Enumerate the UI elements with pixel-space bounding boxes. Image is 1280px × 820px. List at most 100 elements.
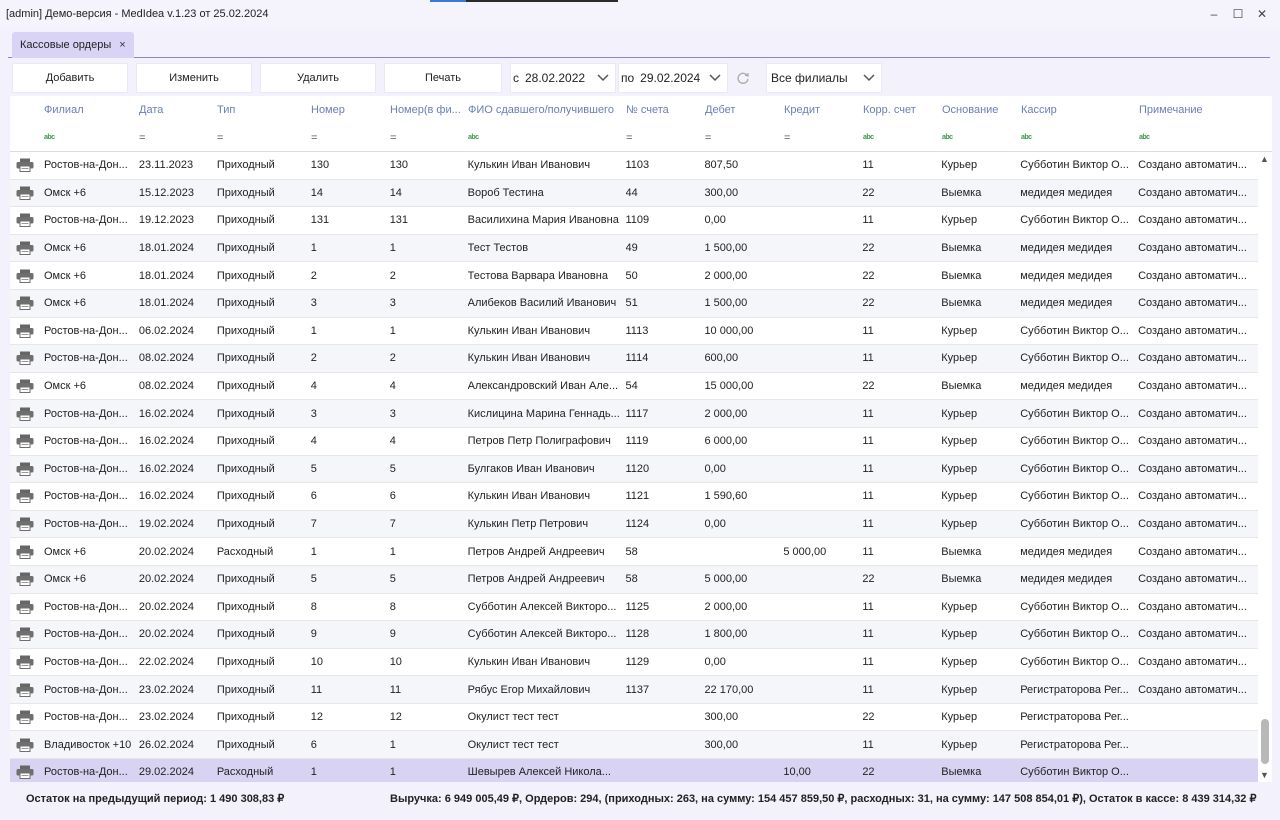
column-header-note[interactable]: Примечание (1139, 96, 1259, 124)
table-row[interactable]: Ростов-на-Дон... 20.02.2024 Приходный 8 8 Суб… (10, 593, 1258, 622)
filter-credit[interactable]: = (784, 124, 863, 151)
printer-icon[interactable] (10, 296, 44, 311)
printer-icon[interactable] (10, 600, 44, 614)
tab-close-icon[interactable]: × (119, 39, 125, 51)
table-row[interactable]: Омск +6 20.02.2024 Расходный 1 1 Петров Андре… (10, 538, 1258, 566)
table-row[interactable]: Ростов-на-Дон... 22.02.2024 Приходный 10 10 К… (10, 648, 1258, 677)
printer-icon[interactable] (10, 158, 44, 173)
minimize-button[interactable]: – (1204, 5, 1224, 23)
filter-basis[interactable]: abc (942, 124, 1021, 151)
table-row[interactable]: Омск +6 15.12.2023 Приходный 14 14 Вороб Тест… (10, 179, 1258, 208)
printer-icon[interactable] (10, 710, 44, 725)
printer-icon[interactable] (10, 351, 44, 366)
column-header-account[interactable]: № счета (626, 96, 705, 124)
table-row[interactable]: Ростов-на-Дон... 23.11.2023 Приходный 130 13… (10, 152, 1258, 180)
filter-branch-number[interactable]: = (390, 124, 468, 151)
scroll-up-icon[interactable]: ▲ (1260, 154, 1269, 164)
printer-icon[interactable] (10, 269, 44, 283)
table-row[interactable]: Омск +6 08.02.2024 Приходный 4 4 Александровс… (10, 372, 1258, 401)
table-row[interactable]: Ростов-на-Дон... 16.02.2024 Приходный 3 3 Кис… (10, 400, 1258, 428)
filter-note[interactable]: abc (1139, 124, 1259, 151)
table-row[interactable]: Ростов-на-Дон... 06.02.2024 Приходный 1 1 Кул… (10, 317, 1258, 346)
printer-icon[interactable] (10, 627, 44, 642)
printer-icon[interactable] (10, 434, 44, 449)
column-header-credit[interactable]: Кредит (784, 96, 863, 124)
printer-icon[interactable] (10, 738, 44, 752)
date-to-field[interactable]: по 29.02.2024 (618, 63, 728, 93)
refresh-icon[interactable] (734, 69, 752, 87)
printer-icon[interactable] (10, 186, 44, 200)
vertical-scrollbar[interactable]: ▲ ▼ (1258, 152, 1272, 782)
column-header-person[interactable]: ФИО сдавшего/получившего (468, 96, 626, 124)
maximize-button[interactable]: ☐ (1228, 5, 1248, 23)
column-header-basis[interactable]: Основание (942, 96, 1021, 124)
column-header-branch[interactable]: Филиал (44, 96, 139, 124)
filter-debit[interactable]: = (705, 124, 784, 151)
printer-icon[interactable] (10, 213, 44, 228)
chevron-down-icon[interactable] (707, 70, 723, 86)
filter-date[interactable]: = (139, 124, 217, 151)
printer-icon[interactable] (10, 489, 44, 504)
filter-person[interactable]: abc (468, 124, 626, 151)
table-row[interactable]: Ростов-на-Дон... 16.02.2024 Приходный 5 5 Бул… (10, 455, 1258, 484)
printer-icon[interactable] (10, 324, 44, 338)
table-row[interactable]: Омск +6 18.01.2024 Приходный 3 3 Алибеков Вас… (10, 289, 1258, 318)
column-header-cashier[interactable]: Кассир (1021, 96, 1139, 124)
printer-icon[interactable] (10, 517, 44, 532)
table-row[interactable]: Владивосток +10 26.02.2024 Приходный 6 1 Окул… (10, 731, 1258, 760)
table-row[interactable]: Ростов-на-Дон... 23.02.2024 Приходный 11 11 Р… (10, 676, 1258, 704)
printer-icon[interactable] (10, 545, 44, 559)
table-row[interactable]: Ростов-на-Дон... 29.02.2024 Расходный 1 1 Шев… (10, 759, 1258, 782)
column-header-debit[interactable]: Дебет (705, 96, 784, 124)
column-header-number[interactable]: Номер (311, 96, 390, 124)
filter-branch[interactable]: abc (44, 124, 139, 151)
table-row[interactable]: Ростов-на-Дон... 16.02.2024 Приходный 4 4 Пет… (10, 427, 1258, 456)
printer-icon[interactable] (10, 572, 44, 587)
printer-icon[interactable] (10, 655, 44, 669)
cell-date: 20.02.2024 (138, 573, 194, 586)
table-row[interactable]: Ростов-на-Дон... 08.02.2024 Приходный 2 2 Кул… (10, 345, 1258, 373)
scroll-thumb[interactable] (1261, 719, 1269, 764)
delete-button[interactable]: Удалить (260, 63, 376, 93)
table-row[interactable]: Омск +6 18.01.2024 Приходный 1 1 Тест Тестов 4… (10, 234, 1258, 263)
filter-corr-account[interactable]: abc (863, 124, 942, 151)
table-row[interactable]: Ростов-на-Дон... 23.02.2024 Приходный 12 12 О… (10, 703, 1258, 732)
cell-type: Приходный (216, 352, 275, 365)
filter-account[interactable]: = (626, 124, 705, 151)
tab-cash-orders[interactable]: Кассовые ордеры × (12, 32, 134, 58)
filter-spacer (10, 124, 44, 151)
printer-icon[interactable] (10, 379, 44, 394)
column-header-date[interactable]: Дата (139, 96, 217, 124)
edit-button[interactable]: Изменить (136, 63, 252, 93)
filter-type[interactable]: = (217, 124, 311, 151)
printer-icon[interactable] (10, 407, 44, 421)
chevron-down-icon[interactable] (595, 70, 611, 86)
chevron-down-icon[interactable] (861, 70, 877, 86)
title-accent-highlight (430, 0, 466, 2)
filter-number[interactable]: = (311, 124, 390, 151)
table-row[interactable]: Омск +6 18.01.2024 Приходный 2 2 Тестова Варв… (10, 262, 1258, 290)
table-row[interactable]: Ростов-на-Дон... 19.12.2023 Приходный 131 13… (10, 207, 1258, 235)
date-from-field[interactable]: с 28.02.2022 (510, 63, 616, 93)
branch-select[interactable]: Все филиалы (766, 63, 882, 93)
printer-icon[interactable] (10, 241, 44, 256)
cell-person: Шевырев Алексей Никола... (467, 766, 611, 779)
cell-number: 1 (310, 242, 317, 255)
add-button[interactable]: Добавить (12, 63, 128, 93)
table-row[interactable]: Ростов-на-Дон... 16.02.2024 Приходный 6 6 Кул… (10, 483, 1258, 511)
filter-cashier[interactable]: abc (1021, 124, 1139, 151)
column-header-branch-number[interactable]: Номер(в фи... (390, 96, 468, 124)
printer-icon[interactable] (10, 683, 44, 697)
printer-icon[interactable] (10, 765, 44, 780)
scroll-down-icon[interactable]: ▼ (1260, 770, 1269, 780)
column-header-type[interactable]: Тип (217, 96, 311, 124)
close-button[interactable]: ✕ (1252, 5, 1272, 23)
table-row[interactable]: Ростов-на-Дон... 19.02.2024 Приходный 7 7 Кул… (10, 510, 1258, 539)
print-button[interactable]: Печать (384, 63, 502, 93)
column-header-corr-account[interactable]: Корр. счет (863, 96, 942, 124)
cell-branch: Ростов-на-Дон... (43, 766, 128, 779)
cell-number: 131 (310, 214, 330, 227)
table-row[interactable]: Ростов-на-Дон... 20.02.2024 Приходный 9 9 Суб… (10, 621, 1258, 649)
printer-icon[interactable] (10, 462, 44, 476)
table-row[interactable]: Омск +6 20.02.2024 Приходный 5 5 Петров Андре… (10, 565, 1258, 594)
